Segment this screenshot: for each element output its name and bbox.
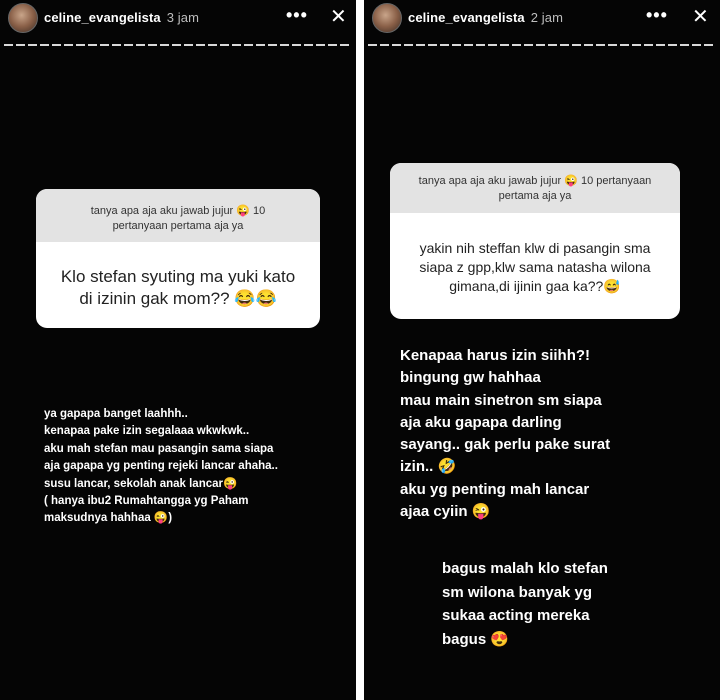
story-panel-right: celine_evangelista 2 jam ••• ✕ tanya apa … (364, 0, 720, 700)
story-progress-bar (4, 44, 352, 46)
question-text: yakin nih steffan klw di pasangin sma si… (419, 240, 651, 294)
more-options-icon[interactable]: ••• (646, 5, 668, 26)
username[interactable]: celine_evangelista 2 jam (408, 10, 563, 25)
story-progress-bar (368, 44, 716, 46)
avatar[interactable] (372, 3, 402, 33)
question-header: tanya apa aja aku jawab jujur 😜 10 perta… (36, 189, 320, 242)
timestamp: 3 jam (166, 10, 199, 25)
story-header: celine_evangelista 3 jam ••• ✕ (0, 0, 356, 40)
question-text: Klo stefan syuting ma yuki kato di izini… (60, 267, 296, 308)
story-header: celine_evangelista 2 jam ••• ✕ (364, 0, 720, 40)
username-label[interactable]: celine_evangelista (408, 10, 525, 25)
avatar[interactable] (8, 3, 38, 33)
close-icon[interactable]: ✕ (692, 4, 709, 29)
username-label[interactable]: celine_evangelista (44, 10, 161, 25)
close-icon[interactable]: ✕ (330, 4, 347, 29)
question-card: tanya apa aja aku jawab jujur 😜 10 perta… (36, 189, 320, 328)
question-card: tanya apa aja aku jawab jujur 😜 10 perta… (390, 163, 680, 319)
more-options-icon[interactable]: ••• (286, 5, 308, 26)
question-header: tanya apa aja aku jawab jujur 😜 10 perta… (390, 163, 680, 213)
story-panel-left: celine_evangelista 3 jam ••• ✕ tanya apa … (0, 0, 356, 700)
answer-text-followup: bagus malah klo stefan sm wilona banyak … (442, 560, 608, 648)
timestamp: 2 jam (530, 10, 563, 25)
answer-text: Kenapaa harus izin siihh?! bingung gw ha… (400, 347, 611, 521)
username[interactable]: celine_evangelista 3 jam (44, 10, 199, 25)
answer-text: ya gapapa banget laahhh.. kenapaa pake i… (44, 408, 278, 525)
